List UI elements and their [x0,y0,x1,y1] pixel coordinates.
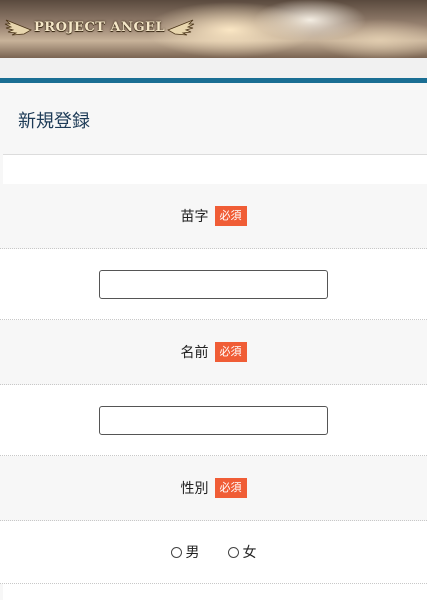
gender-option-label: 男 [185,545,200,561]
first-name-label-row: 名前 必須 [0,320,427,385]
gender-input-row: 男 女 [0,521,427,584]
last-name-input-row [0,249,427,320]
registration-form: 苗字 必須 名前 必須 性別 必須 男 女 [0,184,427,584]
header-gap [0,58,427,78]
radio-button-male[interactable] [170,546,182,558]
last-name-input[interactable] [99,269,328,299]
radio-button-female[interactable] [227,546,239,558]
required-badge: 必須 [214,206,247,226]
header-banner: PROJECT ANGEL [0,0,427,58]
last-name-label-row: 苗字 必須 [0,184,427,249]
gender-option-label: 女 [242,545,257,561]
first-name-input-row [0,385,427,456]
required-badge: 必須 [214,342,247,362]
project-angel-logo[interactable]: PROJECT ANGEL [4,16,195,38]
last-name-label: 苗字 [180,209,209,225]
page-title: 新規登録 [18,111,90,132]
gender-option-female[interactable]: 女 [227,542,257,562]
first-name-input[interactable] [99,405,328,435]
logo-text: PROJECT ANGEL [34,19,166,35]
gender-label-row: 性別 必須 [0,456,427,521]
gender-option-male[interactable]: 男 [170,542,200,562]
angel-wing-icon [167,19,195,36]
gender-radio-group: 男 女 [157,542,271,562]
required-badge: 必須 [214,478,247,498]
angel-wing-icon [4,19,32,36]
gender-label: 性別 [180,481,209,497]
first-name-label: 名前 [180,345,209,361]
page-header: 新規登録 [0,83,427,155]
